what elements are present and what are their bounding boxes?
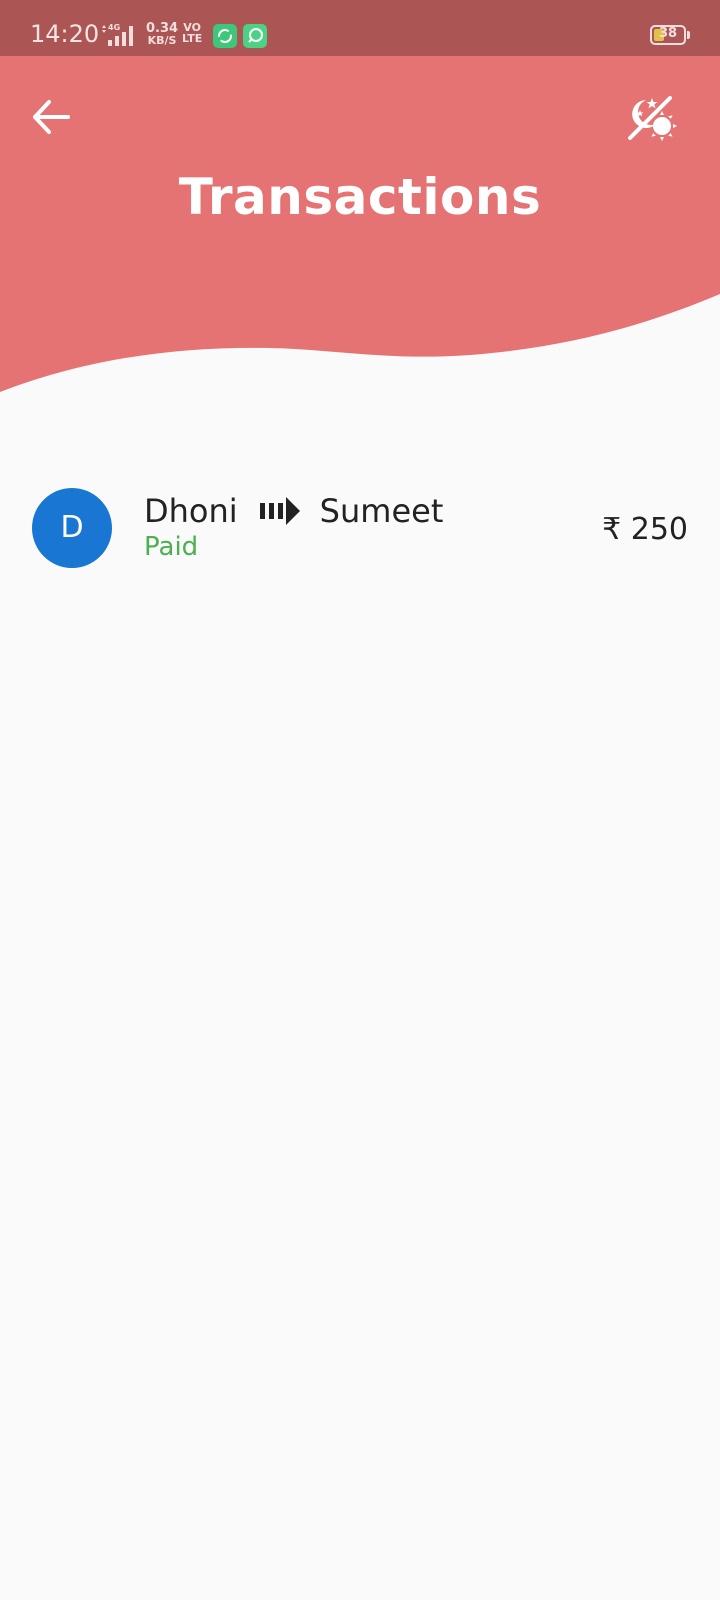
avatar: D <box>32 488 112 568</box>
chat-app-icon <box>243 24 267 48</box>
payer-name: Dhoni <box>144 492 238 530</box>
network-speed: 0.34 KB/S <box>146 22 178 46</box>
transaction-status: Paid <box>144 532 199 562</box>
back-button[interactable] <box>26 92 76 142</box>
network-type-label: 4G <box>108 23 120 32</box>
sync-app-icon <box>213 24 237 48</box>
volte-indicator: VO LTE <box>182 22 202 44</box>
payee-name: Sumeet <box>319 492 444 530</box>
transaction-parties: Dhoni Sumeet <box>144 490 443 532</box>
header-background <box>0 56 720 392</box>
transfer-arrow-icon <box>259 497 300 525</box>
status-time: 14:20 <box>30 20 100 48</box>
battery-tip <box>687 31 690 39</box>
theme-toggle-button[interactable] <box>626 92 684 150</box>
transactions-screen: 14:20 4G 0.34 KB/S VO LTE 38 Transaction… <box>0 0 720 1600</box>
speed-unit: KB/S <box>147 34 177 47</box>
status-bar: 14:20 4G 0.34 KB/S VO LTE 38 <box>0 0 720 56</box>
day-night-toggle-icon <box>628 96 677 141</box>
volte-bottom: LTE <box>182 32 203 45</box>
page-title: Transactions <box>178 168 542 226</box>
transaction-amount: ₹ 250 <box>602 512 688 547</box>
battery-icon: 38 <box>650 25 686 45</box>
arrow-left-icon <box>33 100 70 134</box>
signal-icon: 4G <box>102 23 133 46</box>
transaction-item[interactable]: D Dhoni Sumeet Paid ₹ 250 <box>0 470 720 580</box>
battery-level: 38 <box>658 26 678 41</box>
